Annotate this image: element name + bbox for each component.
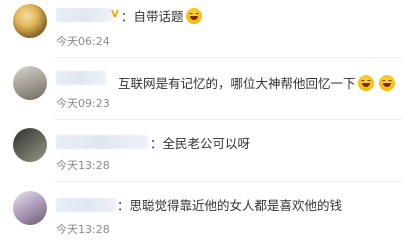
laughing-tears-emoji-icon [378, 75, 395, 91]
username-blurred[interactable] [56, 198, 116, 212]
avatar[interactable] [13, 66, 47, 100]
username-blurred[interactable] [56, 71, 106, 85]
comment-timestamp: 今天06:24 [56, 35, 110, 48]
comment-text: 互联网是有记忆的，哪位大神帮他回忆一下 [118, 75, 395, 92]
username-blurred[interactable] [56, 135, 148, 149]
comment-item: ：全民老公可以呀 今天13:28 [0, 124, 402, 182]
comment-text: ：自带话题 [121, 8, 202, 25]
comment-item: V ：自带话题 今天06:24 [0, 0, 402, 58]
divider [55, 119, 402, 120]
comment-timestamp: 今天09:23 [56, 97, 110, 110]
username-blurred[interactable] [56, 8, 112, 22]
comment-item: ：思聪觉得靠近他的女人都是喜欢他的钱 今天13:28 [0, 185, 402, 243]
divider [55, 181, 402, 182]
comment-text: ：思聪觉得靠近他的女人都是喜欢他的钱 [117, 198, 342, 214]
laughing-tears-emoji-icon [357, 75, 374, 91]
comment-item: 互联网是有记忆的，哪位大神帮他回忆一下 今天09:23 [0, 62, 402, 120]
avatar[interactable] [13, 191, 47, 225]
vip-badge-icon: V [111, 9, 119, 20]
laughing-tears-emoji-icon [185, 8, 202, 24]
comment-text-content: 互联网是有记忆的，哪位大神帮他回忆一下 [118, 76, 356, 91]
avatar[interactable] [13, 4, 47, 38]
comment-feed: V ：自带话题 今天06:24 互联网是有记忆的，哪位大神帮他回忆一下 今天09… [0, 0, 402, 240]
comment-timestamp: 今天13:28 [56, 159, 110, 172]
comment-text-content: ：自带话题 [121, 9, 184, 24]
comment-text-content: ：思聪觉得靠近他的女人都是喜欢他的钱 [117, 198, 343, 213]
divider [55, 57, 402, 58]
avatar[interactable] [13, 128, 47, 162]
comment-text-content: ：全民老公可以呀 [150, 136, 251, 151]
comment-text: ：全民老公可以呀 [150, 136, 250, 152]
comment-timestamp: 今天13:28 [56, 223, 110, 236]
